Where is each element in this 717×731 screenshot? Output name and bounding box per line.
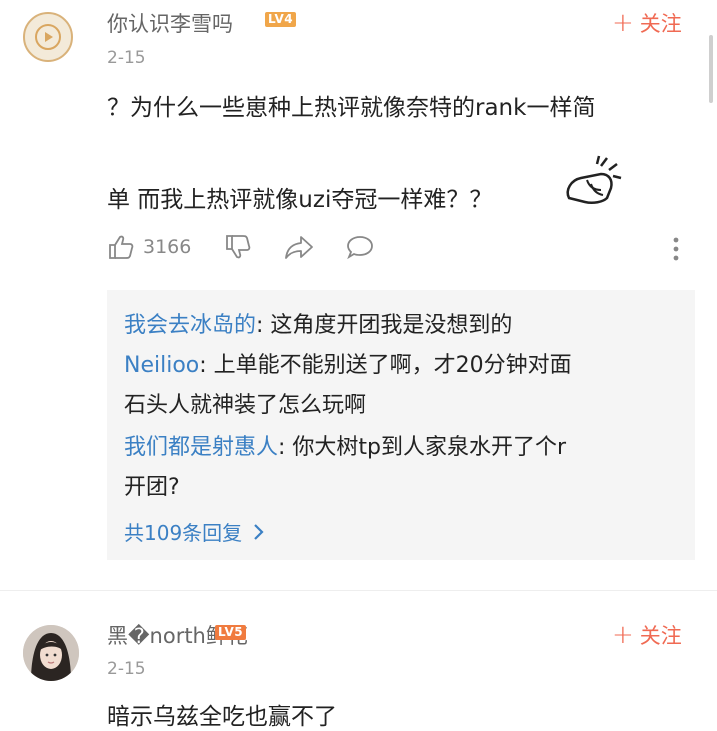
reply-text: 你大树tp到人家泉水开了个r — [292, 435, 567, 460]
play-icon — [35, 24, 61, 50]
chevron-right-icon — [254, 523, 264, 540]
more-vertical-icon — [673, 237, 679, 261]
comment-text-line2: 单 而我上热评就像uzi夺冠一样难？？ — [107, 187, 493, 213]
more-options-button[interactable] — [672, 236, 680, 266]
view-all-replies-link[interactable]: 共109条回复 — [124, 517, 264, 546]
reply-username[interactable]: Neilioo — [124, 353, 199, 378]
reply-item[interactable]: 我会去冰岛的: 这角度开团我是没想到的 — [124, 306, 512, 346]
follow-button[interactable]: + 关注 — [612, 8, 682, 38]
comment-date: 2-15 — [107, 659, 146, 679]
scrollbar[interactable] — [709, 35, 713, 103]
reply-text-continued: 开团? — [124, 475, 180, 500]
reply-text-continued: 石头人就神装了怎么玩啊 — [124, 393, 367, 418]
reply-username[interactable]: 我们都是射惠人 — [124, 435, 278, 460]
follow-label: 关注 — [639, 624, 682, 648]
reply-count-label: 共109条回复 — [124, 521, 243, 545]
level-badge: LV5 — [215, 625, 247, 640]
avatar[interactable] — [23, 12, 73, 62]
plus-icon: + — [612, 620, 634, 650]
comment-date: 2-15 — [107, 48, 146, 68]
reply-button[interactable] — [345, 233, 375, 261]
thumbs-down-icon — [226, 235, 251, 259]
user-portrait-icon — [23, 625, 79, 681]
reply-username[interactable]: 我会去冰岛的 — [124, 313, 256, 338]
reply-item[interactable]: 我们都是射惠人: 你大树tp到人家泉水开了个r — [124, 428, 566, 468]
fist-emoji-icon — [566, 155, 622, 205]
follow-label: 关注 — [639, 12, 682, 36]
dislike-button[interactable] — [224, 233, 252, 261]
reply-item[interactable]: Neilioo: 上单能不能别送了啊，才20分钟对面 — [124, 346, 572, 386]
level-badge: LV4 — [265, 12, 297, 27]
share-button[interactable] — [284, 233, 314, 261]
comment-username[interactable]: 你认识李雪吗 — [107, 8, 233, 38]
comment-text-line1: 暗示乌兹全吃也赢不了 — [107, 704, 337, 730]
thumbs-up-icon — [109, 235, 134, 259]
reply-text: 这角度开团我是没想到的 — [270, 313, 513, 338]
comment-bubble-icon — [347, 236, 373, 260]
comment-text-line1: ？为什么一些崽种上热评就像奈特的rank一样简 — [107, 95, 596, 121]
avatar[interactable] — [23, 625, 79, 681]
divider — [0, 590, 717, 591]
plus-icon: + — [612, 8, 634, 38]
share-icon — [285, 236, 313, 259]
follow-button[interactable]: + 关注 — [612, 620, 682, 650]
like-button[interactable]: 3166 — [107, 233, 191, 261]
reply-text: 上单能不能别送了啊，才20分钟对面 — [213, 353, 572, 378]
like-count: 3166 — [143, 236, 192, 258]
